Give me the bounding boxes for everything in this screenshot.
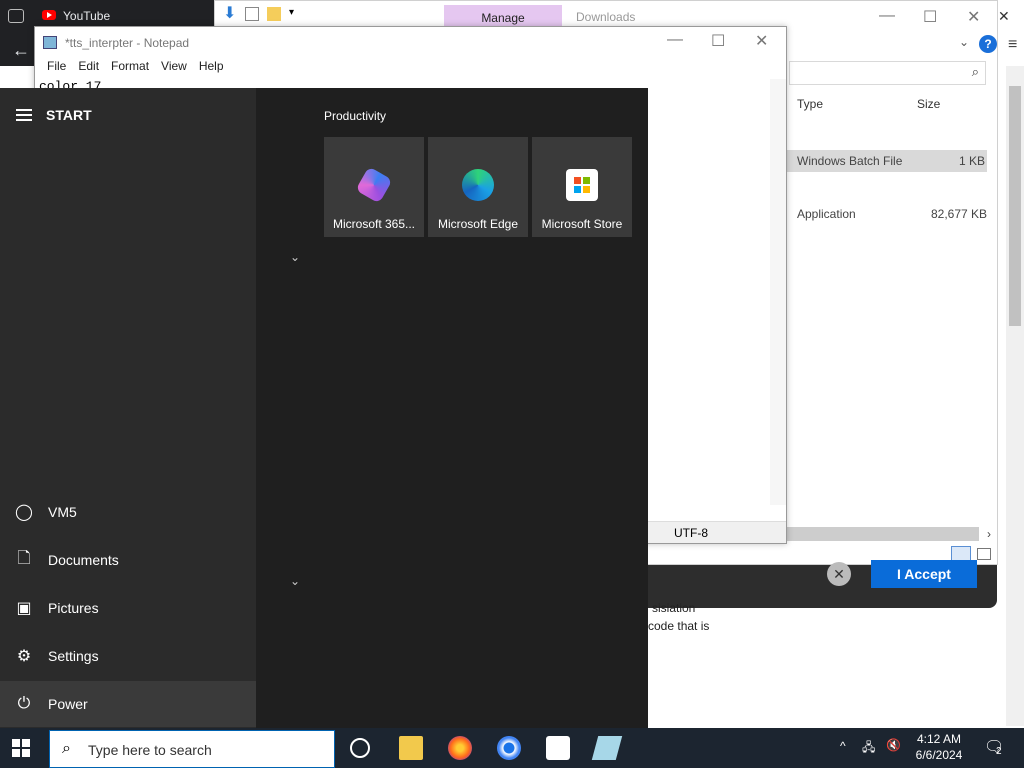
date: 6/6/2024: [915, 748, 963, 762]
time: 4:12 AM: [916, 732, 962, 746]
search-icon: ⌕: [971, 64, 979, 79]
maximize-icon[interactable]: ☐: [923, 7, 937, 27]
chevron-down-icon[interactable]: ⌄: [290, 574, 300, 588]
properties-icon[interactable]: [245, 7, 259, 21]
scroll-right-icon[interactable]: ›: [987, 527, 991, 541]
browser-tab-title[interactable]: YouTube: [63, 9, 110, 23]
volume-muted-icon[interactable]: 🔇: [886, 738, 901, 752]
sidebar-item-settings[interactable]: ⚙ Settings: [0, 633, 256, 679]
tile-microsoft-edge[interactable]: Microsoft Edge: [428, 137, 528, 237]
menu-icon[interactable]: ≡: [1008, 36, 1017, 54]
windows-start-icon[interactable]: [12, 739, 30, 757]
menu-help[interactable]: Help: [193, 59, 230, 73]
notepad-titlebar: *tts_interpter - Notepad — ☐ ✕: [35, 27, 786, 57]
maximize-icon[interactable]: ☐: [711, 31, 725, 51]
menu-edit[interactable]: Edit: [72, 59, 105, 73]
large-icons-view-icon[interactable]: [977, 548, 991, 560]
close-icon[interactable]: ✕: [967, 7, 980, 27]
hamburger-icon[interactable]: [16, 109, 32, 121]
store-icon[interactable]: [546, 736, 570, 760]
page-text: sisiation: [652, 601, 696, 615]
sidebar-item-pictures[interactable]: ▣ Pictures: [0, 585, 256, 631]
network-icon[interactable]: 🖧: [862, 738, 875, 759]
firefox-icon[interactable]: [448, 736, 472, 760]
sidebar-item-label: VM5: [48, 504, 77, 520]
cortana-icon[interactable]: [350, 738, 370, 758]
tile-label: Microsoft 365...: [332, 217, 416, 231]
edge-icon: [462, 169, 494, 201]
tab-actions-icon[interactable]: [8, 9, 24, 23]
chevron-down-icon[interactable]: ⌄: [290, 250, 300, 264]
notepad-icon: [43, 36, 57, 49]
row-type[interactable]: Application: [797, 207, 856, 221]
start-title: START: [46, 107, 92, 123]
help-icon[interactable]: ?: [979, 35, 997, 53]
close-icon[interactable]: ✕: [755, 31, 768, 51]
sidebar-item-label: Pictures: [48, 600, 99, 616]
menu-format[interactable]: Format: [105, 59, 155, 73]
sidebar-item-user[interactable]: ◯ VM5: [0, 489, 256, 535]
taskbar: ⌕ Type here to search ^ 🖧 🔇 4:12 AM 6/6/…: [0, 728, 1024, 768]
row-size: 1 KB: [959, 154, 986, 168]
tile-microsoft-store[interactable]: Microsoft Store: [532, 137, 632, 237]
document-icon: 🗋: [17, 549, 31, 567]
vertical-scrollbar[interactable]: [1006, 66, 1024, 726]
back-arrow-icon[interactable]: ←: [0, 34, 35, 66]
minimize-icon[interactable]: —: [667, 31, 683, 49]
window-title: Downloads: [576, 10, 636, 24]
menu-file[interactable]: File: [41, 59, 72, 73]
tile-label: Microsoft Store: [541, 217, 623, 231]
ribbon-expand-icon[interactable]: ⌄: [959, 35, 969, 49]
search-placeholder: Type here to search: [88, 742, 212, 758]
tile-group-title[interactable]: Productivity: [324, 109, 386, 123]
page-text: code that is: [648, 619, 710, 633]
encoding-label: UTF-8: [674, 526, 708, 540]
store-icon: [566, 169, 598, 201]
quick-access-toolbar: ⬇ ▾: [223, 6, 303, 22]
search-input[interactable]: ⌕: [789, 61, 986, 85]
clock[interactable]: 4:12 AM 6/6/2024: [910, 731, 968, 763]
power-icon: ⏻: [17, 695, 31, 712]
menu-view[interactable]: View: [155, 59, 193, 73]
sidebar-item-label: Power: [48, 696, 88, 712]
search-input[interactable]: ⌕ Type here to search: [49, 730, 335, 768]
close-icon[interactable]: ✕: [998, 8, 1010, 25]
sidebar-item-label: Documents: [48, 552, 119, 568]
notepad-menubar: File Edit Format View Help: [41, 59, 230, 73]
sidebar-item-label: Settings: [48, 648, 99, 664]
notepad-title: *tts_interpter - Notepad: [65, 36, 190, 50]
start-menu: START ◯ VM5 🗋 Documents ▣ Pictures ⚙ Set…: [0, 88, 648, 728]
notepad-icon[interactable]: [591, 736, 623, 760]
gear-icon: ⚙: [16, 648, 32, 665]
horizontal-scrollbar[interactable]: [787, 527, 979, 541]
search-icon: ⌕: [62, 740, 71, 757]
chrome-icon[interactable]: [497, 736, 521, 760]
tile-label: Microsoft Edge: [437, 217, 519, 231]
minimize-icon[interactable]: —: [879, 7, 895, 25]
start-menu-sidebar: START ◯ VM5 🗋 Documents ▣ Pictures ⚙ Set…: [0, 88, 256, 728]
cookie-banner: ✕ I Accept: [648, 560, 997, 608]
row-size: 82,677 KB: [931, 207, 988, 221]
sidebar-item-power[interactable]: ⏻ Power: [0, 681, 256, 727]
youtube-icon: [42, 10, 56, 20]
user-icon: ◯: [15, 504, 33, 521]
notification-count: 2: [996, 746, 1002, 757]
accept-button[interactable]: I Accept: [871, 560, 977, 588]
vertical-scrollbar[interactable]: [770, 79, 786, 505]
column-header-type[interactable]: Type: [797, 97, 823, 111]
column-header-size[interactable]: Size: [917, 97, 940, 111]
file-explorer-icon[interactable]: [399, 736, 423, 760]
tile-microsoft-365[interactable]: Microsoft 365...: [324, 137, 424, 237]
sidebar-item-documents[interactable]: 🗋 Documents: [0, 537, 256, 583]
folder-icon[interactable]: [267, 7, 281, 21]
start-header[interactable]: START: [16, 107, 92, 123]
download-arrow-icon[interactable]: ⬇: [223, 6, 237, 22]
chevron-up-icon[interactable]: ^: [840, 739, 846, 753]
pictures-icon: ▣: [16, 600, 32, 617]
row-type: Windows Batch File: [797, 154, 903, 168]
scroll-thumb[interactable]: [1009, 86, 1021, 326]
microsoft-365-icon: [355, 166, 393, 204]
customize-toolbar-icon[interactable]: ▾: [289, 7, 303, 21]
close-icon[interactable]: ✕: [827, 562, 851, 586]
